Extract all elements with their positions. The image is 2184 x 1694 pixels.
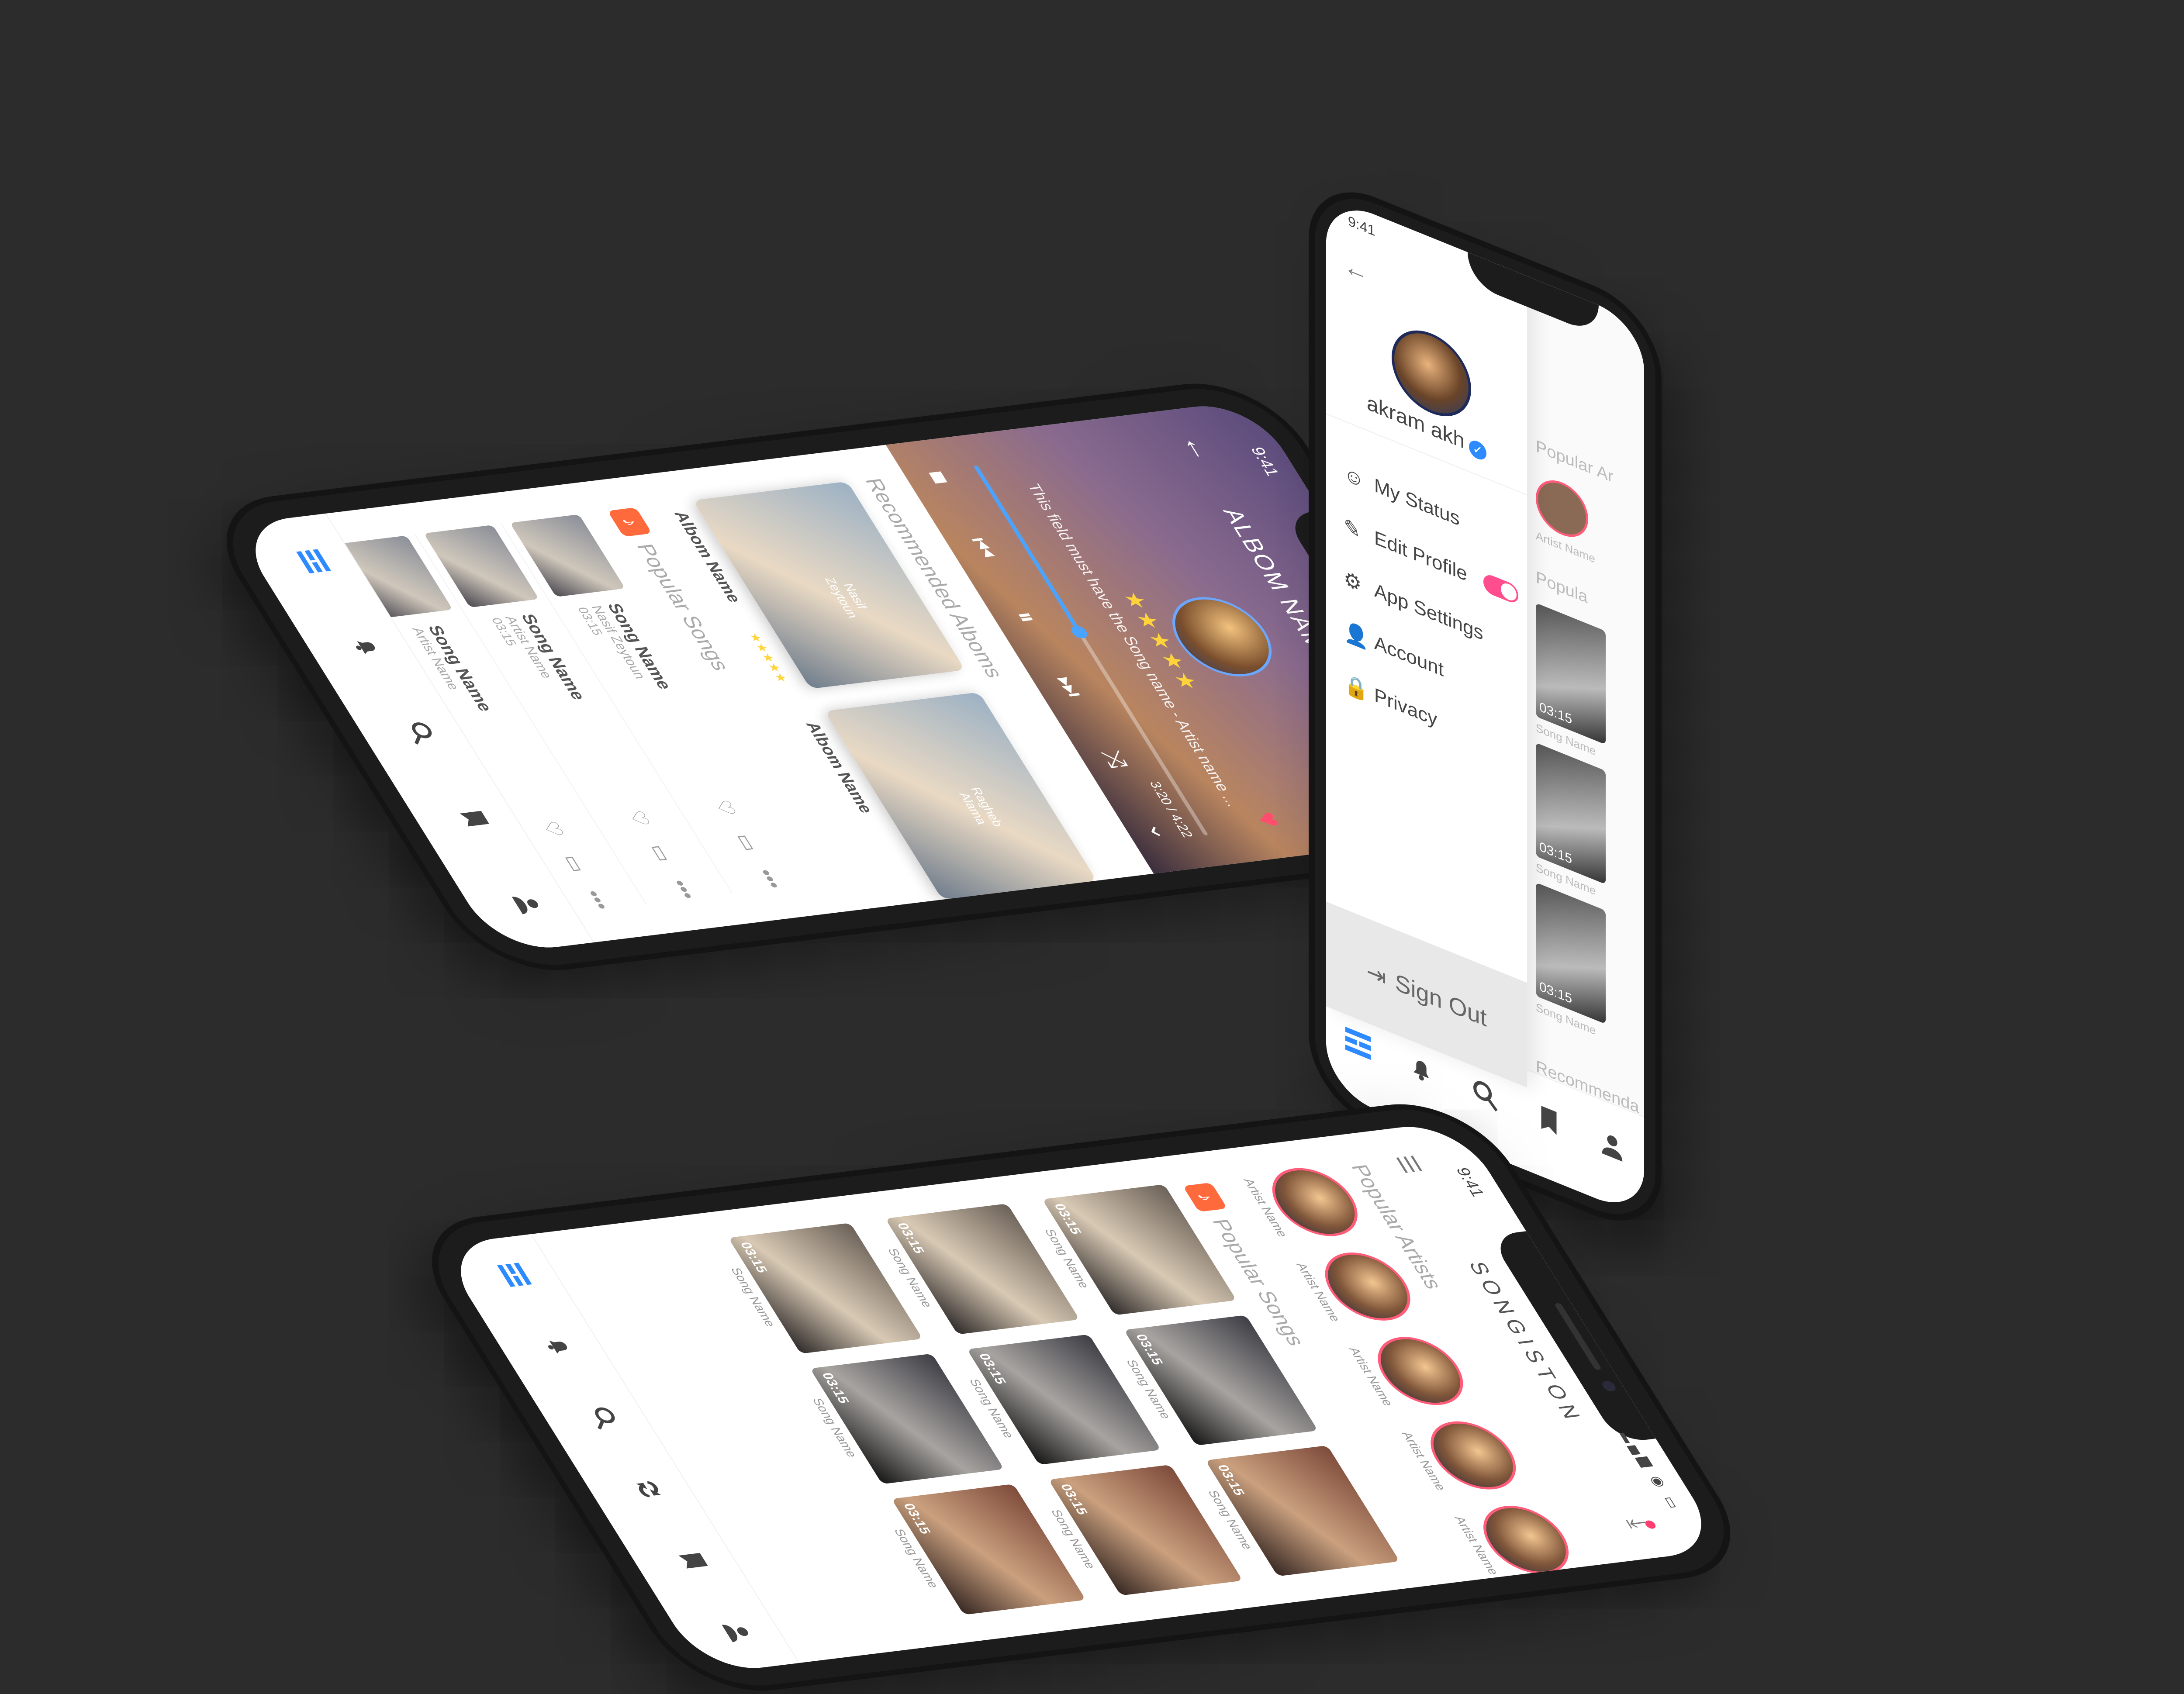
bottom-nav — [437, 1234, 800, 1675]
peek-song-thumb[interactable]: 03:15 — [1536, 882, 1606, 1025]
profile-drawer: ← akram akh ✓ ☺ My Status ✎ Edit Profile ⚙ A… — [1326, 195, 1527, 1088]
artist-item[interactable]: Artist Name — [1448, 1501, 1584, 1580]
artist-item[interactable]: Artist Name — [1396, 1417, 1531, 1495]
home-peek: Popular Ar Artist Name Popula 03:15 Song… — [1527, 276, 1644, 1135]
home-screen: 9:41 ▂▄▆ ◉ ▭ ☰ SONGISTON ⤓ Popular Artis… — [437, 1120, 1725, 1675]
home-grid-icon[interactable] — [486, 1256, 543, 1294]
pause-icon[interactable]: ⏸ — [1009, 610, 1044, 624]
album-card-rating: ★★★★★ — [746, 632, 791, 683]
search-icon[interactable] — [575, 1399, 632, 1437]
bell-icon[interactable] — [530, 1327, 587, 1365]
more-icon[interactable]: ••• — [666, 879, 701, 900]
profile-icon[interactable] — [499, 885, 556, 923]
previous-icon[interactable]: ⏮ — [962, 536, 1003, 560]
artist-item[interactable]: Artist Name — [1343, 1332, 1479, 1411]
peek-song-duration: 03:15 — [1539, 979, 1572, 1007]
peek-song-duration: 03:15 — [1539, 839, 1572, 867]
bookmark-icon[interactable] — [1529, 1093, 1569, 1148]
gear-icon: ⚙ — [1344, 566, 1362, 597]
bookmark-icon[interactable] — [446, 800, 503, 838]
menu-item-label: Privacy — [1374, 683, 1438, 731]
sign-out-icon: ⇥ — [1366, 957, 1386, 992]
peek-song-thumb[interactable]: 03:15 — [1536, 742, 1606, 885]
progress-knob[interactable] — [1068, 624, 1090, 639]
album-card-artist: Nasif Zeytoun — [822, 577, 870, 619]
heart-outline-icon[interactable]: ♡ — [709, 798, 742, 817]
user-icon: 👤 — [1344, 618, 1369, 652]
drawer-menu: ☺ My Status ✎ Edit Profile ⚙ App Settings 👤… — [1344, 447, 1518, 780]
verified-badge-icon: ✓ — [1469, 438, 1487, 462]
smile-icon: ☺ — [1344, 461, 1364, 493]
more-icon[interactable]: ••• — [752, 868, 787, 890]
shuffle-icon[interactable]: ⤨ — [1095, 749, 1135, 770]
comment-icon[interactable]: ▭ — [730, 833, 764, 852]
mockup-scene: 9:41 ▂▄▆ ◉ ▭ ← ALBOM NAME HERE ★★★★★ ♥ T… — [0, 0, 2184, 1694]
album-card[interactable]: Ragheb Alama Albom Name — [802, 692, 1097, 900]
music-note-icon: ♪ — [607, 507, 652, 537]
sign-out-label: Sign Out — [1395, 969, 1487, 1032]
profile-icon[interactable] — [1593, 1118, 1632, 1173]
artist-item[interactable]: Arti — [1501, 1586, 1637, 1664]
artist-avatar — [1521, 1586, 1637, 1663]
phone-profile-drawer: 9:41 Popular Ar Artist Name Popula 03:15… — [1315, 179, 1655, 1234]
profile-screen: 9:41 Popular Ar Artist Name Popula 03:15… — [1326, 195, 1644, 1218]
music-note-icon: ♪ — [1182, 1182, 1227, 1212]
album-card-artist: Ragheb Alama — [956, 787, 1006, 828]
status-time: 9:41 — [1452, 1166, 1488, 1198]
peek-song-thumb[interactable]: 03:15 — [1536, 603, 1606, 745]
peek-popular-songs: Popula — [1536, 568, 1588, 607]
repeat-icon[interactable] — [620, 1470, 677, 1508]
back-arrow-icon[interactable]: ← — [1344, 250, 1368, 289]
stop-icon[interactable]: ■ — [920, 469, 957, 486]
home-grid-icon[interactable] — [285, 542, 342, 580]
heart-outline-icon[interactable]: ♡ — [536, 820, 569, 838]
album-card-name: Albom Name — [802, 721, 877, 814]
bell-icon[interactable] — [339, 628, 396, 666]
comment-icon[interactable]: ▭ — [558, 854, 591, 874]
lock-icon: 🔒 — [1344, 671, 1369, 704]
song-thumbnail: 03:15 — [1205, 1446, 1400, 1577]
peek-song-duration: 03:15 — [1539, 699, 1572, 728]
peek-popular-artists: Popular Ar — [1536, 437, 1614, 487]
album-card[interactable]: Nasif Zeytoun Albom Name ★★★★★ — [670, 481, 965, 689]
artist-name: Arti — [1517, 1621, 1541, 1639]
profile-icon[interactable] — [709, 1613, 766, 1651]
edit-icon: ✎ — [1344, 514, 1361, 544]
status-toggle[interactable] — [1483, 572, 1518, 606]
next-icon[interactable]: ⏭ — [1049, 675, 1090, 698]
bookmark-icon[interactable] — [664, 1542, 722, 1580]
comment-icon[interactable]: ▭ — [644, 843, 677, 863]
more-icon[interactable]: ••• — [580, 889, 615, 911]
heart-outline-icon[interactable]: ♡ — [622, 809, 655, 828]
search-icon[interactable] — [392, 714, 449, 752]
